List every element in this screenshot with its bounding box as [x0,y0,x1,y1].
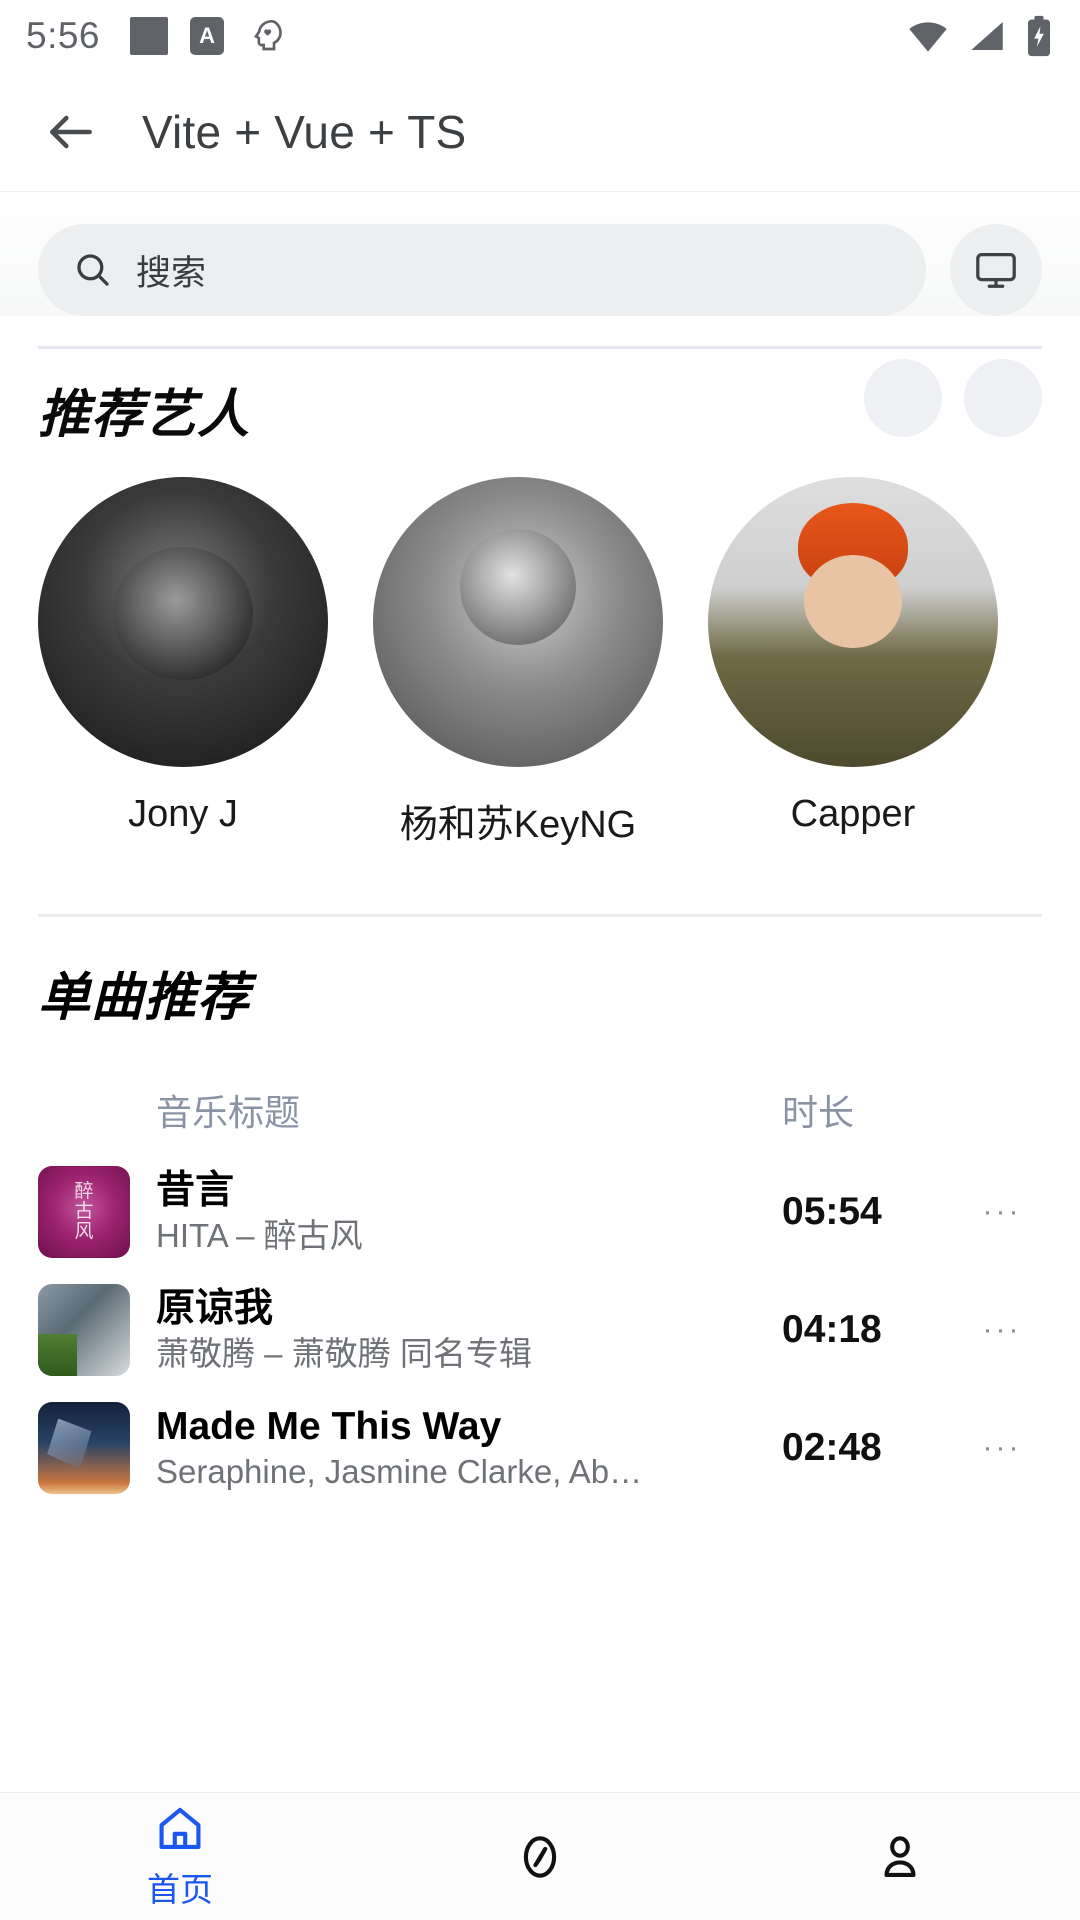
song-more-button[interactable]: ··· [962,1195,1042,1229]
status-bar: 5:56 A [0,0,1080,72]
song-more-button[interactable]: ··· [962,1431,1042,1465]
artist-card[interactable]: Capper [708,477,998,848]
nav-label-home: 首页 [147,1870,213,1908]
artist-card[interactable]: 杨和苏KeyNG [373,477,663,848]
search-placeholder: 搜索 [136,253,207,293]
app-bar: Vite + Vue + TS [0,72,1080,192]
recommended-songs-section: 单曲推荐 音乐标题 时长 昔言 HITA – 醉古风 05:54 ··· 原谅我… [0,917,1080,1507]
back-arrow-icon [50,115,92,148]
album-cover [38,1166,130,1258]
table-row[interactable]: 昔言 HITA – 醉古风 05:54 ··· [38,1153,1042,1271]
artist-avatar [373,477,663,767]
artists-placeholder-avatars [864,359,1042,437]
placeholder-avatar [864,359,942,437]
table-row[interactable]: 原谅我 萧敬腾 – 萧敬腾 同名专辑 04:18 ··· [38,1271,1042,1389]
song-title: 原谅我 [156,1286,274,1330]
artist-name: 杨和苏KeyNG [399,804,637,846]
home-icon [159,1807,201,1849]
song-info: 原谅我 萧敬腾 – 萧敬腾 同名专辑 [130,1287,782,1374]
song-artist-album: 萧敬腾 – 萧敬腾 同名专辑 [156,1335,532,1373]
nav-item-profile[interactable] [720,1793,1080,1920]
search-area: 搜索 [0,192,1080,316]
artist-name: Capper [790,793,916,835]
songs-section-title: 单曲推荐 [38,968,251,1027]
bottom-navigation: 首页 [0,1792,1080,1920]
search-icon [77,254,109,286]
album-cover [38,1402,130,1494]
status-bar-clock: 5:56 [26,15,101,56]
back-button[interactable] [40,101,102,163]
songs-section-header: 单曲推荐 [38,917,1042,1067]
head-mind-icon [254,19,282,51]
cellular-signal-icon [971,22,1003,50]
song-duration: 04:18 [782,1308,882,1351]
search-input[interactable]: 搜索 [38,224,926,316]
song-title: 昔言 [156,1168,235,1212]
wifi-icon [909,22,947,52]
status-bar-notification-icons: A [130,16,286,56]
monitor-icon [976,253,1016,288]
songs-table-header: 音乐标题 时长 [38,1067,1042,1153]
monitor-button[interactable] [950,224,1042,316]
artists-section-header: 推荐艺人 [38,349,1042,469]
recommended-artists-section: 推荐艺人 Jony J 杨和苏KeyNG Capper [0,349,1080,848]
table-row[interactable]: Made Me This Way Seraphine, Jasmine Clar… [38,1389,1042,1507]
song-info: 昔言 HITA – 醉古风 [130,1169,782,1256]
song-artist-album: Seraphine, Jasmine Clarke, Ab… [156,1453,643,1491]
compass-icon [523,1835,557,1878]
page-title: Vite + Vue + TS [142,105,467,158]
artists-section-title: 推荐艺人 [38,385,251,444]
artists-list: Jony J 杨和苏KeyNG Capper [38,469,1042,848]
artist-card[interactable]: Jony J [38,477,328,848]
song-more-button[interactable]: ··· [962,1313,1042,1347]
artist-avatar [38,477,328,767]
nav-item-home[interactable]: 首页 [0,1793,360,1920]
song-title: Made Me This Way [156,1404,502,1448]
placeholder-avatar [964,359,1042,437]
nav-item-discover[interactable] [360,1793,720,1920]
song-artist-album: HITA – 醉古风 [156,1217,363,1255]
a-badge-icon: A [190,17,225,55]
album-cover [38,1284,130,1376]
person-icon [884,1835,916,1877]
battery-charging-icon [1028,15,1050,57]
column-header-duration: 时长 [782,1092,855,1133]
song-duration: 05:54 [782,1190,882,1233]
column-header-title: 音乐标题 [156,1092,301,1133]
status-bar-system-icons [906,14,1054,58]
song-duration: 02:48 [782,1426,882,1469]
square-icon [130,17,169,55]
artist-name: Jony J [128,793,238,835]
artist-avatar [708,477,998,767]
song-info: Made Me This Way Seraphine, Jasmine Clar… [130,1405,782,1492]
